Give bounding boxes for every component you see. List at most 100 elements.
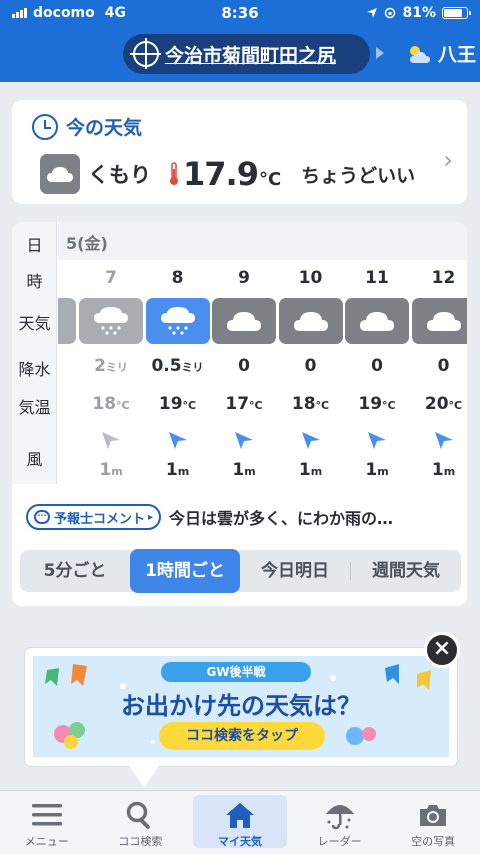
wind-value: 1m [365,460,389,480]
search-icon [94,797,188,833]
hour-label: 10 [298,268,323,288]
status-time: 8:36 [221,4,259,22]
ad-banner[interactable]: GW後半戦 お出かけ先の天気は？ ココ検索をタップ [25,648,457,766]
cloud-icon [411,298,467,344]
thermometer-icon [170,162,178,185]
tab-weekly[interactable]: 週間天気 [351,550,461,592]
cloud-icon [212,298,276,344]
ad-headline: お出かけ先の天気は？ [121,692,361,720]
precip-value: 0 [304,356,317,376]
rain-icon [145,298,210,344]
current-weather-title: 今の天気 [32,113,142,140]
wind-direction-icon [232,428,256,452]
hour-label: 7 [105,268,117,288]
header-bar: docomo 4G 8:36 81% 今治市菊間町田之尻 八王 [0,0,480,82]
temp-value: 18°C [291,394,330,414]
temp-value: 17°C [225,394,263,414]
forecast-range-tabs: 5分ごと 1時間ごと 今日明日 週間天気 [20,549,461,593]
cloud-icon [278,298,343,344]
hour-label: 9 [238,268,250,288]
forecaster-tag[interactable]: ··· 予報士コメント ▸ [26,504,162,530]
row-labels: 日 時 天気 降水 気温 風 [12,222,57,484]
day-row: 5(金) [58,222,467,260]
current-location-icon [130,38,161,69]
tab-menu-label: メニュー [24,835,69,848]
tab-my-weather-label: マイ天気 [217,835,262,848]
cloud-icon [40,154,80,194]
current-temperature: 17.9 [183,155,259,193]
hour-column[interactable]: 7 2ミリ 18°C 1m [78,260,144,484]
current-weather-card[interactable]: 今の天気 くもり 17.9 °C ちょうどいい › [12,100,467,204]
close-ad-button[interactable]: × [424,632,460,668]
precip-value: 2ミリ [94,356,128,376]
chevron-right-icon: › [443,146,453,174]
wind-value: 1m [298,460,323,480]
status-bar: docomo 4G 8:36 81% [0,0,480,26]
tab-menu[interactable]: メニュー [0,791,94,854]
speech-bubble-icon: ··· [34,510,50,524]
ad-badge: GW後半戦 [161,662,311,682]
hour-column[interactable]: 11 0 19°C 1m [344,260,410,484]
temp-value: 19°C [158,394,197,414]
row-label-day: 日 [26,236,43,255]
hour-label: 12 [431,268,456,288]
feeling-text: ちょうどいい [301,164,416,187]
battery-icon [442,7,471,19]
hourly-forecast-card: 日 時 天気 降水 気温 風 5(金) 7 2ミリ 18°C 1m 8 0.5ミリ 19°C… [12,222,467,606]
forecaster-comment[interactable]: ··· 予報士コメント ▸ 今日は雲が多く、にわか雨の… [26,504,456,530]
temp-value: 19°C [358,394,396,414]
tab-today-tomorrow[interactable]: 今日明日 [240,550,350,592]
tab-radar-label: レーダー [317,835,362,848]
wind-value: 1m [165,460,190,480]
menu-icon [0,797,94,833]
forecaster-tag-label: 予報士コメント [54,511,146,527]
ad-image[interactable]: GW後半戦 お出かけ先の天気は？ ココ検索をタップ [33,656,449,757]
wind-value: 1m [99,460,123,480]
temp-value: 20°C [424,394,463,414]
tag-arrow-icon: ▸ [148,511,154,523]
ad-pointer [128,764,160,788]
row-label-hour: 時 [26,272,43,291]
cloud-icon [345,298,409,344]
location-selector[interactable]: 今治市菊間町田之尻 [123,34,370,74]
bottom-tab-bar: メニュー ココ検索 マイ天気 レーダー 空の写真 [0,790,480,854]
previous-hour-weather-icon [58,298,76,344]
wind-direction-icon [166,428,190,452]
hour-label: 11 [365,268,389,288]
hour-column[interactable]: 10 0 18°C 1m [278,260,344,484]
temperature-unit: °C [258,168,282,190]
tab-5min[interactable]: 5分ごと [20,550,130,592]
wind-direction-icon [432,428,456,452]
sun-cloud-icon [410,45,430,63]
hour-column[interactable]: 9 0 17°C 1m [211,260,277,484]
wind-value: 1m [232,460,256,480]
precip-value: 0 [371,356,383,376]
ad-cta-button[interactable]: ココ検索をタップ [159,722,325,750]
temp-value: 18°C [92,394,130,414]
tab-hourly[interactable]: 1時間ごと [130,549,240,593]
tab-search[interactable]: ココ検索 [94,791,188,854]
camera-icon [386,797,480,833]
clock-icon [32,113,58,140]
current-condition: くもり [88,163,151,187]
tab-radar[interactable]: レーダー [293,791,387,854]
wind-value: 1m [431,460,456,480]
hour-column[interactable]: 12 0 20°C 1m [411,260,467,484]
next-location-tab[interactable]: 八王 [406,40,476,67]
day-label: 5(金) [66,234,108,253]
tab-sky-photo-label: 空の写真 [411,835,456,848]
precip-value: 0 [437,356,450,376]
precip-value: 0 [238,356,250,376]
hour-label: 8 [171,268,184,288]
precip-value: 0.5ミリ [151,356,204,376]
radar-umbrella-icon [293,797,387,833]
location-name: 今治市菊間町田之尻 [165,44,337,67]
tab-my-weather[interactable]: マイ天気 [193,795,287,848]
forecaster-text: 今日は雲が多く、にわか雨の… [169,509,394,528]
tab-sky-photo[interactable]: 空の写真 [386,791,480,854]
row-label-weather: 天気 [18,314,51,333]
row-label-temp: 気温 [18,398,51,417]
next-location-arrow-icon [376,47,384,59]
wind-direction-icon [99,428,123,452]
hour-column[interactable]: 8 0.5ミリ 19°C 1m [145,260,211,484]
